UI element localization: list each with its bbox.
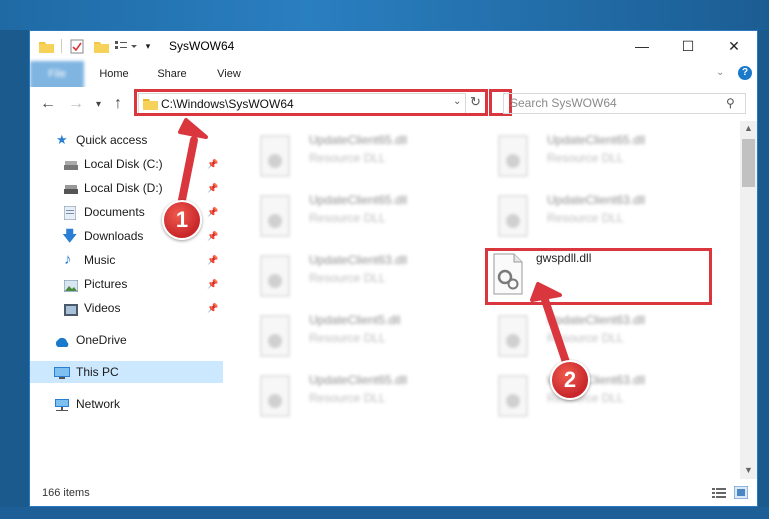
search-input[interactable]: Search SysWOW64 [503, 93, 746, 114]
file-explorer-window: ▾ SysWOW64 — ☐ ✕ File Home Share View ⌄ … [29, 30, 758, 507]
list-item[interactable]: UpdateClient63.dll Resource DLL [485, 189, 705, 243]
drive-icon [64, 157, 78, 171]
scroll-down-icon[interactable]: ▼ [744, 465, 753, 475]
drive-icon [64, 181, 78, 195]
star-icon: ★ [56, 132, 68, 147]
desktop-background-bottom [0, 507, 769, 519]
scroll-up-icon[interactable]: ▲ [744, 123, 753, 133]
pin-icon[interactable]: 📌 [207, 201, 218, 223]
customize-toolbar-icon[interactable]: ▾ [142, 37, 154, 55]
sidebar-item-pictures[interactable]: Pictures 📌 [30, 273, 223, 295]
dll-file-icon [260, 195, 290, 237]
vertical-scrollbar[interactable]: ▲ ▼ [740, 121, 757, 479]
videos-icon [64, 301, 78, 316]
sidebar-item-music[interactable]: ♪ Music 📌 [30, 249, 223, 271]
network-icon [54, 397, 69, 411]
list-item[interactable]: UpdateClient63.dll Resource DLL [247, 249, 467, 303]
pictures-icon [63, 277, 79, 293]
dll-file-icon [260, 315, 290, 357]
help-icon[interactable]: ? [738, 66, 752, 80]
minimize-button[interactable]: — [619, 31, 665, 61]
download-icon: 🡇 [62, 228, 78, 245]
sidebar-item-network[interactable]: Network [30, 393, 223, 415]
sidebar-item-local-disk-d[interactable]: Local Disk (D:) 📌 [30, 177, 223, 199]
scroll-thumb[interactable] [742, 139, 755, 187]
sidebar-item-quick-access[interactable]: ★ Quick access [30, 129, 223, 151]
status-bar: 166 items [30, 481, 757, 506]
list-item[interactable]: UpdateClient65.dll Resource DLL [247, 129, 467, 183]
address-highlight-box [134, 89, 488, 116]
computer-icon [54, 365, 70, 379]
maximize-button[interactable]: ☐ [665, 31, 711, 61]
tab-share[interactable]: Share [152, 61, 192, 87]
dll-file-icon [260, 135, 290, 177]
expand-ribbon-icon[interactable]: ⌄ [716, 67, 724, 78]
step-2-badge: 2 [550, 360, 590, 400]
forward-arrow-icon[interactable]: → [68, 95, 84, 113]
view-options-icon[interactable] [114, 37, 138, 55]
sidebar-item-this-pc[interactable]: This PC [30, 361, 223, 383]
dll-file-icon [260, 375, 290, 417]
pin-icon[interactable]: 📌 [207, 249, 218, 271]
item-count: 166 items [42, 487, 90, 499]
ribbon-tabs: File Home Share View ⌄ ? [30, 61, 757, 115]
step-1-badge: 1 [162, 200, 202, 240]
title-bar: ▾ SysWOW64 — ☐ ✕ [30, 31, 757, 61]
pin-icon[interactable]: 📌 [207, 297, 218, 319]
large-icons-view-icon[interactable] [733, 485, 749, 502]
file-highlight-box [485, 248, 712, 305]
cloud-icon [54, 333, 69, 347]
close-button[interactable]: ✕ [711, 31, 757, 61]
tab-home[interactable]: Home [94, 61, 134, 87]
list-item[interactable]: UpdateClient65.dll Resource DLL [247, 369, 467, 423]
window-title: SysWOW64 [169, 39, 235, 53]
up-arrow-icon[interactable]: ↑ [114, 95, 122, 113]
list-item[interactable]: UpdateClient63.dll Resource DLL [485, 309, 705, 363]
back-arrow-icon[interactable]: ← [40, 95, 56, 113]
music-icon: ♪ [64, 251, 72, 268]
dll-file-icon [498, 375, 528, 417]
tab-view[interactable]: View [210, 61, 248, 87]
documents-icon [63, 205, 78, 221]
folder-icon [38, 37, 54, 55]
desktop-background [0, 0, 769, 30]
details-view-icon[interactable] [712, 487, 726, 502]
dll-file-icon [260, 255, 290, 297]
list-item[interactable]: UpdateClient65.dll Resource DLL [485, 129, 705, 183]
sidebar-item-videos[interactable]: Videos 📌 [30, 297, 223, 319]
dll-file-icon [498, 135, 528, 177]
pin-icon[interactable]: 📌 [207, 153, 218, 175]
pin-icon[interactable]: 📌 [207, 273, 218, 295]
list-item[interactable]: UpdateClient65.dll Resource DLL [247, 189, 467, 243]
new-folder-icon[interactable] [92, 37, 110, 55]
sidebar-item-local-disk-c[interactable]: Local Disk (C:) 📌 [30, 153, 223, 175]
dll-file-icon [498, 315, 528, 357]
properties-icon[interactable] [68, 37, 86, 55]
list-item[interactable]: UpdateClient5.dll Resource DLL [247, 309, 467, 363]
navigation-bar: ← → ▾ ↑ C:\Windows\SysWOW64 ⌄ ↻ Search S… [30, 87, 757, 121]
sidebar-item-onedrive[interactable]: OneDrive [30, 329, 223, 351]
dll-file-icon [498, 195, 528, 237]
pin-icon[interactable]: 📌 [207, 177, 218, 199]
list-item[interactable]: UpdateClient63.dll Resource DLL [485, 369, 705, 423]
recent-locations-icon[interactable]: ▾ [96, 99, 101, 110]
pin-icon[interactable]: 📌 [207, 225, 218, 247]
search-icon[interactable]: ⚲ [726, 96, 735, 110]
navigation-pane: ★ Quick access Local Disk (C:) 📌 Local D… [30, 121, 223, 479]
